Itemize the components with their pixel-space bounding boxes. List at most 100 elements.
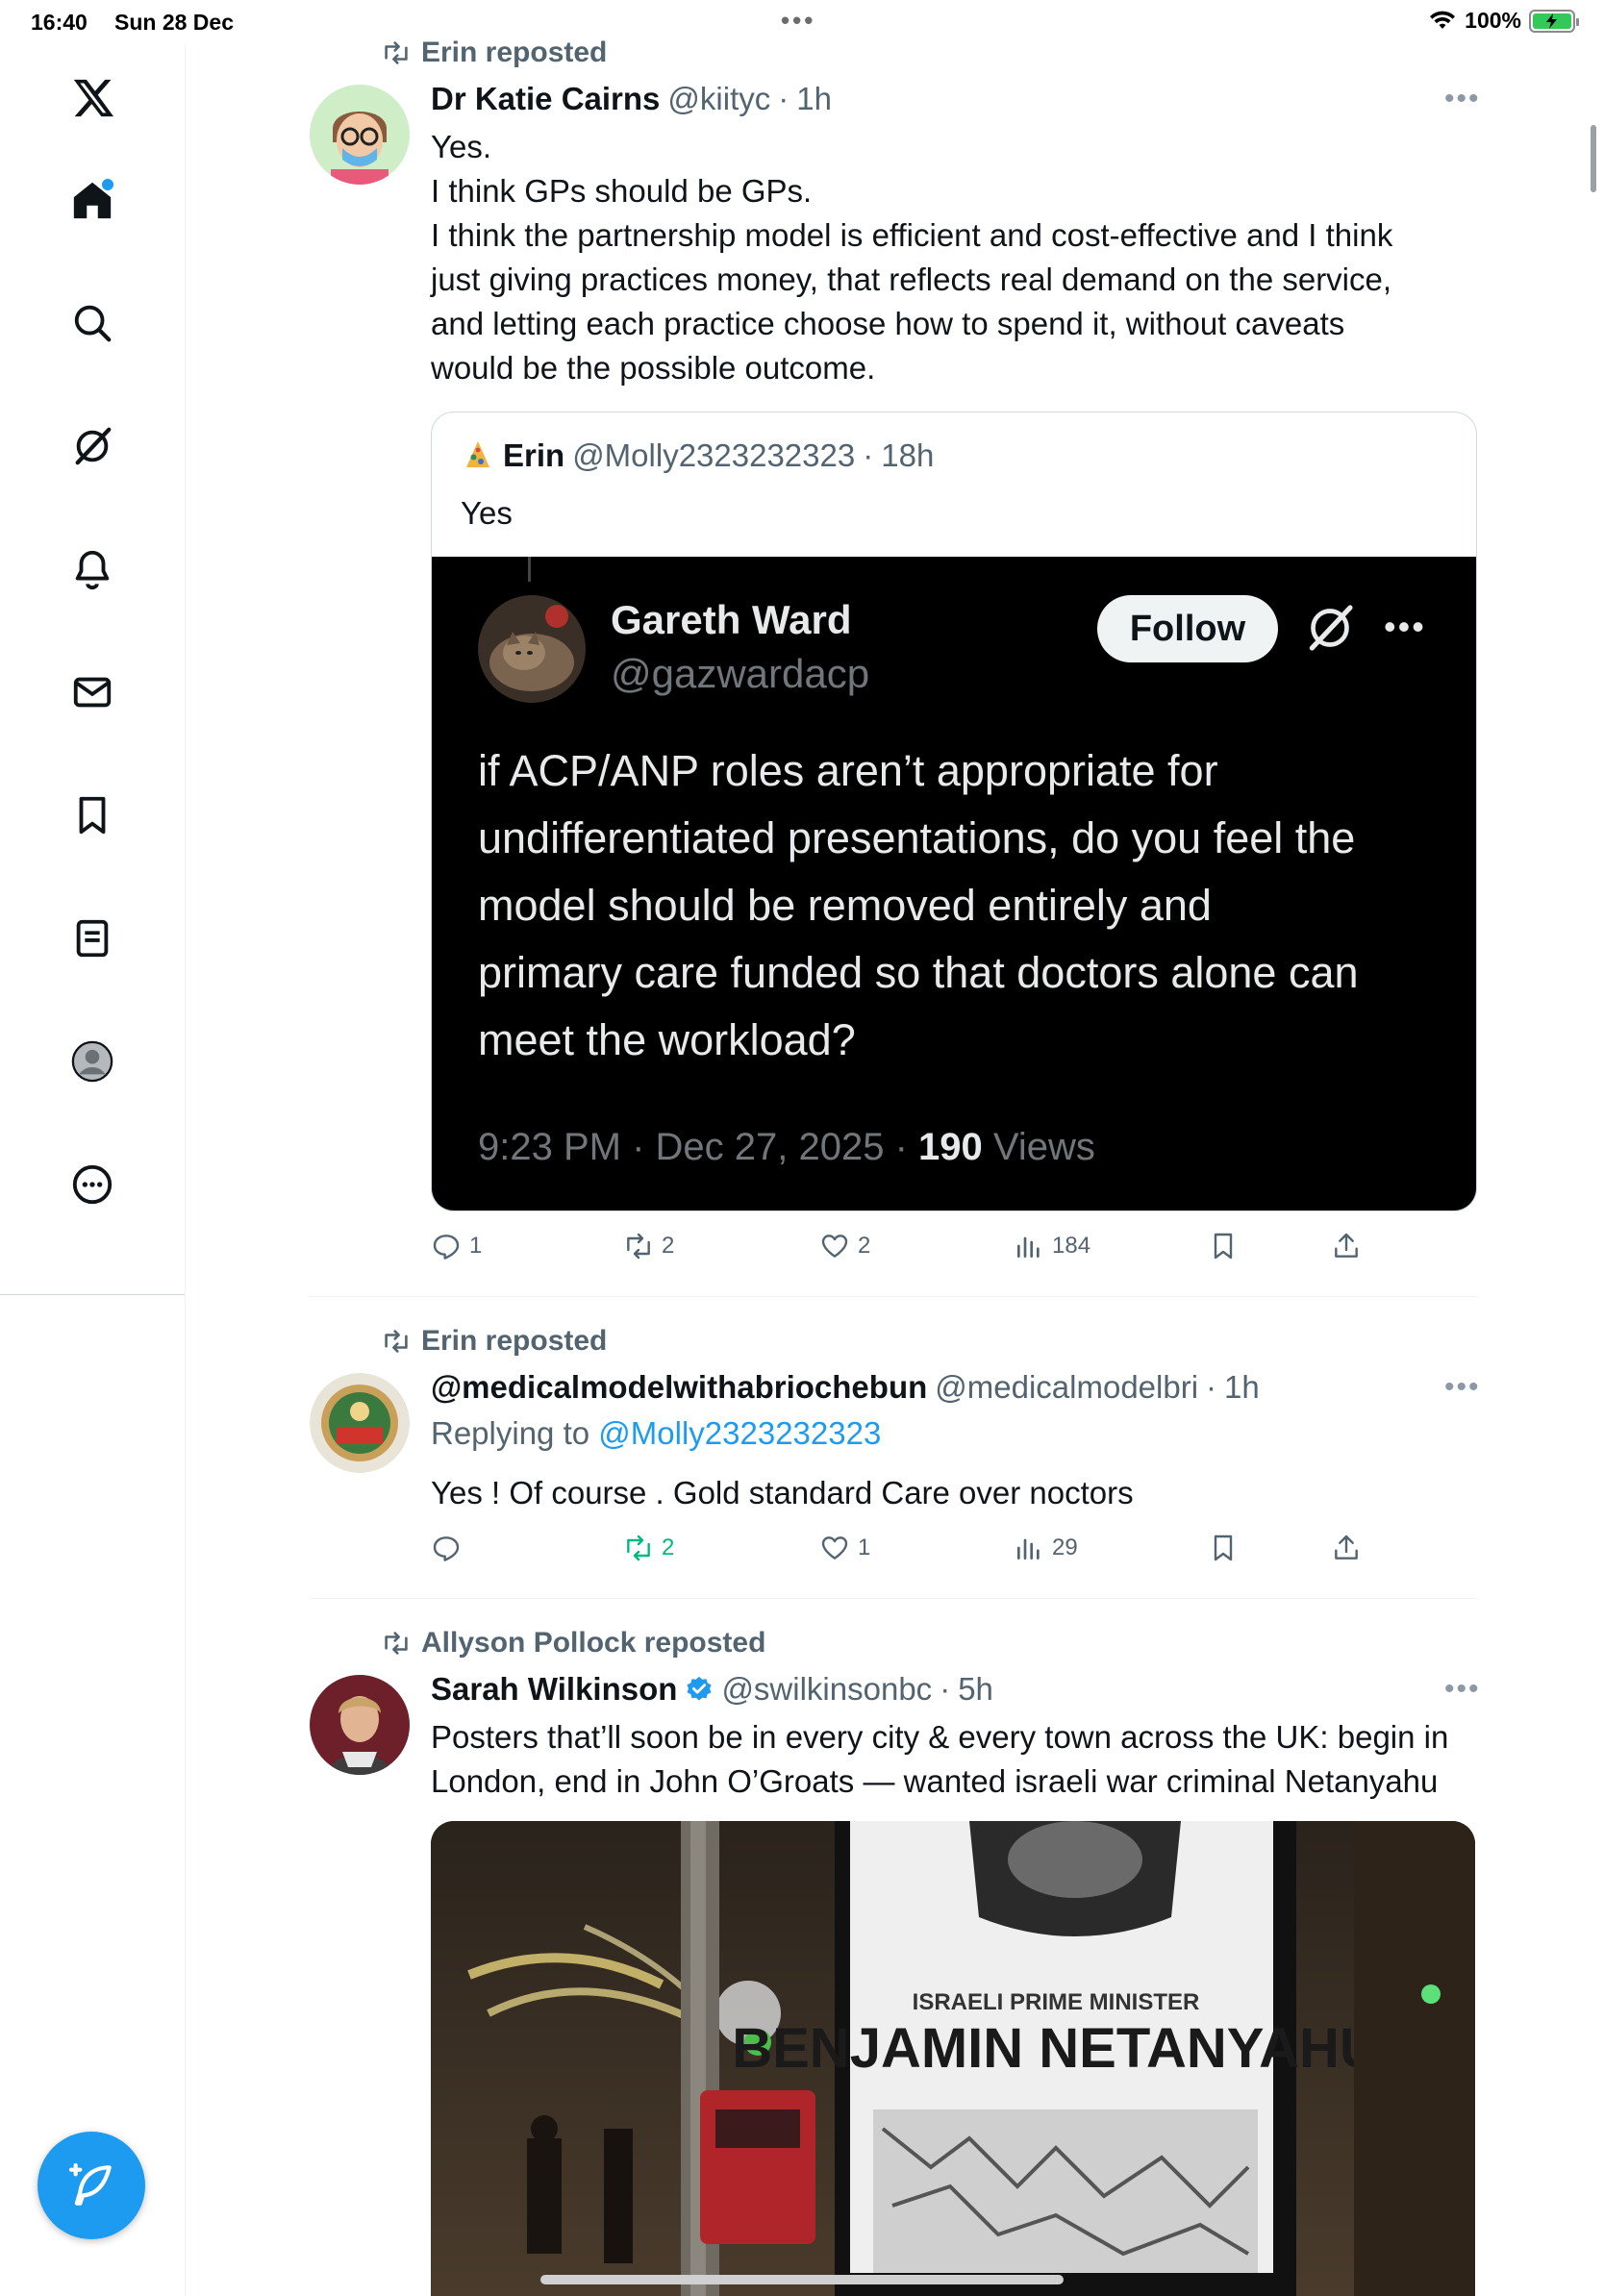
screenshot-text-line: model should be removed entirely and [478, 881, 1212, 930]
profile-avatar-icon[interactable] [62, 1031, 123, 1092]
compose-feather-icon [68, 2162, 112, 2206]
like-button[interactable]: 2 [819, 1231, 870, 1261]
share-icon [1335, 1233, 1358, 1258]
repost-button[interactable]: 2 [623, 1231, 674, 1261]
author-name[interactable]: @medicalmodelwithabriochebun [431, 1369, 927, 1406]
search-icon[interactable] [62, 292, 123, 354]
post-text-line: Yes. [431, 129, 492, 164]
quoted-post[interactable]: Erin @Molly2323232323 · 18h Yes Gareth W… [431, 412, 1477, 1211]
repost-count: 2 [662, 1233, 675, 1259]
street-poster-photo: ISRAELI PRIME MINISTER BENJAMIN NETANYAH… [431, 1821, 1475, 2296]
notifications-bell-icon[interactable] [62, 538, 123, 600]
bookmark-button[interactable] [1208, 1533, 1239, 1563]
repost-icon [627, 1535, 650, 1561]
post-more-icon[interactable]: ••• [1444, 83, 1481, 115]
bookmark-icon [1214, 1233, 1233, 1260]
bookmark-button[interactable] [1208, 1231, 1239, 1261]
quote-text: Yes [461, 495, 513, 531]
author-name[interactable]: Sarah Wilkinson [431, 1671, 677, 1708]
like-count: 2 [858, 1233, 871, 1259]
post-header: Sarah Wilkinson @swilkinsonbc · 5h [431, 1671, 993, 1708]
avatar[interactable] [310, 1675, 410, 1775]
compose-button[interactable] [38, 2132, 145, 2239]
repost-icon [385, 1632, 408, 1655]
screenshot-meta: 9:23 PM · Dec 27, 2025 · 190 Views [478, 1126, 1095, 1169]
notification-dot [100, 177, 115, 192]
post-text: Yes. I think GPs should be GPs. I think … [431, 125, 1479, 390]
post-media-image[interactable]: ISRAELI PRIME MINISTER BENJAMIN NETANYAH… [431, 1821, 1475, 2296]
author-handle[interactable]: @swilkinsonbc [721, 1671, 932, 1708]
battery-icon [1529, 9, 1579, 33]
screenshot-text-line: primary care funded so that doctors alon… [478, 948, 1359, 997]
repost-label: Allyson Pollock reposted [421, 1627, 766, 1659]
repost-indicator: Erin reposted [381, 1325, 607, 1358]
post-text-line: would be the possible outcome. [431, 350, 876, 386]
post-header: Dr Katie Cairns @kiityc · 1h [431, 81, 832, 117]
bookmarks-icon[interactable] [62, 785, 123, 846]
grok-icon[interactable] [62, 415, 123, 477]
wifi-icon [1430, 11, 1456, 29]
post-text-line: and letting each practice choose how to … [431, 306, 1345, 341]
repost-label: Erin reposted [421, 1325, 608, 1357]
quote-author-handle[interactable]: @Molly2323232323 [572, 437, 855, 474]
scrollbar[interactable] [1591, 125, 1596, 192]
x-logo-icon[interactable] [62, 67, 123, 129]
lists-icon[interactable] [62, 908, 123, 969]
replying-to-label: Replying to [431, 1415, 590, 1451]
post-text: Yes ! Of course . Gold standard Care ove… [431, 1475, 1134, 1510]
screenshot-grok-icon [1309, 605, 1353, 651]
messages-envelope-icon[interactable] [62, 661, 123, 723]
quote-screenshot-image[interactable]: Gareth Ward @gazwardacp Follow ••• if AC… [432, 557, 1476, 1210]
status-bar: 16:40 Sun 28 Dec ••• 100% [0, 0, 1604, 44]
share-button[interactable] [1331, 1533, 1362, 1563]
post-time[interactable]: 5h [958, 1671, 993, 1708]
views-button[interactable]: 184 [1014, 1231, 1090, 1261]
replying-to: Replying to @Molly2323232323 [431, 1415, 881, 1452]
avatar[interactable] [310, 1373, 410, 1473]
reply-icon [433, 1235, 460, 1260]
heart-icon [821, 1235, 848, 1258]
heart-icon [821, 1536, 848, 1560]
multitasking-dots-icon[interactable]: ••• [781, 6, 815, 36]
post-divider [310, 1598, 1479, 1599]
screenshot-views-label: Views [992, 1126, 1095, 1168]
repost-icon [385, 41, 408, 64]
thread-line [528, 557, 531, 582]
post-text-line: just giving practices money, that reflec… [431, 262, 1392, 297]
repost-indicator: Allyson Pollock reposted [381, 1627, 765, 1660]
views-chart-icon [1017, 1538, 1040, 1560]
post-divider [310, 1296, 1479, 1297]
quote-author-name[interactable]: Erin [503, 437, 564, 474]
repost-button[interactable]: 2 [623, 1533, 674, 1563]
like-button[interactable]: 1 [819, 1533, 870, 1563]
replying-to-handle[interactable]: @Molly2323232323 [598, 1415, 881, 1451]
post-more-icon[interactable]: ••• [1444, 1371, 1481, 1404]
more-circle-icon[interactable] [62, 1154, 123, 1215]
repost-indicator: Erin reposted [381, 37, 607, 69]
screenshot-text-line: meet the workload? [478, 1015, 856, 1064]
author-handle[interactable]: @medicalmodelbri [935, 1369, 1198, 1406]
like-count: 1 [858, 1535, 871, 1560]
author-name[interactable]: Dr Katie Cairns [431, 81, 660, 117]
author-handle[interactable]: @kiityc [667, 81, 770, 117]
post-time[interactable]: 1h [1224, 1369, 1260, 1406]
sidebar-divider [0, 1294, 185, 1295]
battery-percent: 100% [1465, 8, 1521, 33]
post-more-icon[interactable]: ••• [1444, 1673, 1481, 1706]
poster-title: BENJAMIN NETANYAHU [732, 2017, 1380, 2080]
reply-button[interactable]: 1 [431, 1231, 482, 1261]
views-button[interactable]: 29 [1014, 1533, 1078, 1563]
share-button[interactable] [1331, 1231, 1362, 1261]
status-right: 100% [1428, 8, 1579, 34]
avatar[interactable] [310, 85, 410, 185]
post-time[interactable]: 1h [796, 81, 832, 117]
home-indicator[interactable] [540, 2275, 1064, 2284]
post-actions: 2 1 29 [431, 1533, 1479, 1571]
post-header: @medicalmodelwithabriochebun @medicalmod… [431, 1369, 1260, 1406]
repost-label: Erin reposted [421, 37, 608, 68]
home-icon[interactable] [62, 169, 123, 231]
reply-button[interactable] [431, 1533, 469, 1563]
quote-header: Erin @Molly2323232323 · 18h [461, 437, 934, 474]
photo-avatar-icon [310, 1675, 410, 1775]
post-text-line: I think the partnership model is efficie… [431, 217, 1393, 253]
